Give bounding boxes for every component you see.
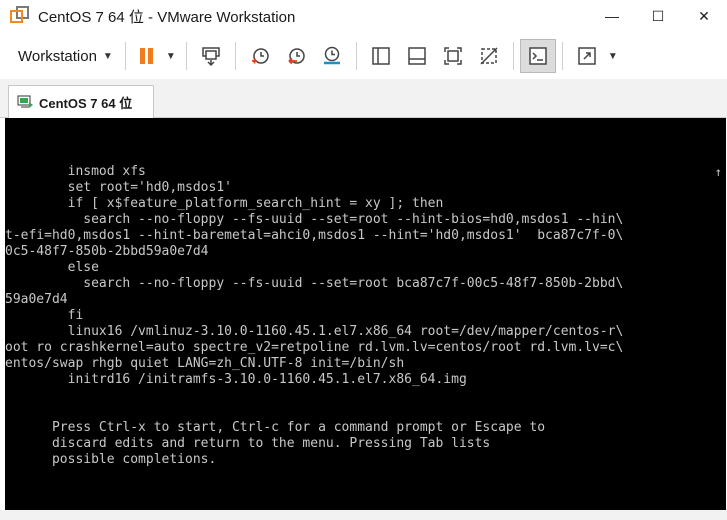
chevron-down-icon: ▼: [165, 50, 176, 62]
take-snapshot-button[interactable]: [242, 39, 278, 73]
console-view-button[interactable]: [519, 39, 556, 73]
unity-button[interactable]: [471, 39, 507, 73]
toolbar-divider: [512, 42, 514, 70]
workstation-menu-button[interactable]: Workstation ▼: [12, 39, 119, 73]
stretch-options-dropdown[interactable]: ▼: [605, 39, 621, 73]
show-library-icon: [372, 47, 390, 65]
snapshot-manager-button[interactable]: [314, 39, 350, 73]
thumbnail-bar-button[interactable]: [399, 39, 435, 73]
status-strip: [0, 510, 727, 520]
maximize-icon: ☐: [651, 7, 665, 24]
show-library-button[interactable]: [363, 39, 399, 73]
console-line: oot ro crashkernel=auto spectre_v2=retpo…: [5, 340, 624, 355]
title-bar: CentOS 7 64 位 - VMware Workstation — ☐ ✕: [0, 0, 727, 32]
thumbnail-bar-icon: [408, 47, 426, 65]
vm-running-icon: [17, 95, 33, 108]
revert-snapshot-button[interactable]: [278, 39, 314, 73]
toolbar-divider: [561, 42, 563, 70]
chevron-down-icon: ▼: [102, 50, 113, 62]
close-icon: ✕: [698, 7, 710, 24]
send-ctrl-alt-del-button[interactable]: [193, 39, 229, 73]
snapshot-take-icon: [251, 48, 269, 64]
pause-button[interactable]: [132, 39, 162, 73]
console-line: insmod xfs: [5, 164, 146, 179]
pause-icon: [139, 48, 153, 64]
console-line: search --no-floppy --fs-uuid --set=root …: [5, 276, 624, 291]
minimize-button[interactable]: —: [589, 0, 635, 32]
console-line: Press Ctrl-x to start, Ctrl-c for a comm…: [5, 420, 546, 435]
console-line: fi: [5, 308, 84, 323]
toolbar-divider: [355, 42, 357, 70]
minimize-icon: —: [605, 8, 619, 24]
grub-help-text: Press Ctrl-x to start, Ctrl-c for a comm…: [5, 420, 545, 468]
console-line: initrd16 /initramfs-3.10.0-1160.45.1.el7…: [5, 372, 467, 387]
stretch-view-icon: [578, 47, 596, 65]
console-line: set root='hd0,msdos1': [5, 180, 232, 195]
vm-tab-strip: CentOS 7 64 位: [0, 79, 727, 118]
console-line: 59a0e7d4: [5, 292, 68, 307]
toolbar: Workstation ▼ ▼ ▼: [0, 33, 727, 79]
power-options-dropdown[interactable]: ▼: [162, 39, 180, 73]
snapshot-manager-icon: [323, 46, 340, 65]
console-view-icon: [529, 47, 547, 65]
full-screen-button[interactable]: [435, 39, 471, 73]
console-line: possible completions.: [5, 452, 217, 467]
console-line: linux16 /vmlinuz-3.10.0-1160.45.1.el7.x8…: [5, 324, 624, 339]
unity-icon: [480, 47, 498, 65]
tab-centos-7[interactable]: CentOS 7 64 位: [8, 85, 154, 118]
console-line: entos/swap rhgb quiet LANG=zh_CN.UTF-8 i…: [5, 356, 405, 371]
toolbar-divider: [185, 42, 187, 70]
console-line: if [ x$feature_platform_search_hint = xy…: [5, 196, 444, 211]
console-line: t-efi=hd0,msdos1 --hint-baremetal=ahci0,…: [5, 228, 624, 243]
send-ctrl-alt-del-icon: [202, 47, 220, 67]
console-line: 0c5-48f7-850b-2bbd59a0e7d4: [5, 244, 209, 259]
close-button[interactable]: ✕: [681, 0, 727, 32]
full-screen-icon: [444, 47, 462, 65]
tab-label: CentOS 7 64 位: [39, 95, 133, 111]
vm-console[interactable]: insmod xfs set root='hd0,msdos1' if [ x$…: [5, 118, 726, 510]
maximize-button[interactable]: ☐: [635, 0, 681, 32]
console-line: discard edits and return to the menu. Pr…: [5, 436, 491, 451]
snapshot-revert-icon: [288, 48, 305, 65]
chevron-down-icon: ▼: [607, 50, 618, 62]
console-line: else: [5, 260, 99, 275]
toolbar-divider: [234, 42, 236, 70]
toolbar-divider: [124, 42, 126, 70]
scroll-up-indicator: ↑: [714, 165, 722, 179]
vmware-logo-icon: [10, 6, 30, 26]
console-line: search --no-floppy --fs-uuid --set=root …: [5, 212, 624, 227]
grub-edit-text: insmod xfs set root='hd0,msdos1' if [ x$…: [5, 164, 623, 388]
window-title: CentOS 7 64 位 - VMware Workstation: [38, 8, 296, 26]
stretch-view-button[interactable]: [569, 39, 605, 73]
workstation-menu-label: Workstation: [18, 47, 97, 65]
